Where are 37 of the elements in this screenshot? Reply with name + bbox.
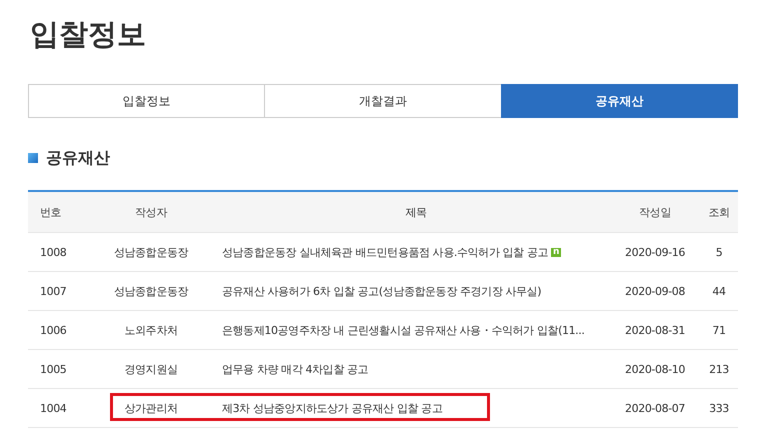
title-link[interactable]: 성남종합운동장 실내체육관 배드민턴용품점 사용.수익허가 입찰 공고: [222, 244, 548, 260]
tab[interactable]: 개찰결과: [264, 84, 502, 118]
writer-cell-text: 상가관리처: [123, 400, 178, 416]
views-cell-text: 213: [708, 362, 730, 376]
number-cell-text: 1008: [39, 246, 68, 258]
views-cell-text: 333: [708, 402, 730, 414]
number-cell-text: 1006: [39, 324, 68, 336]
writer-cell-text: 성남종합운동장: [112, 244, 190, 260]
writer-cell-text: 성남종합운동장: [112, 284, 190, 298]
number-cell-text: 1007: [39, 284, 68, 298]
title-link[interactable]: 업무용 차량 매각 4차입찰 공고: [222, 362, 368, 376]
views-cell-text: 71: [711, 324, 727, 336]
page-title: 입찰정보: [29, 16, 147, 53]
column-header: 조회: [707, 204, 731, 220]
column-header: 작성자: [134, 204, 168, 220]
date-cell-text: 2020-09-08: [624, 284, 686, 298]
tab[interactable]: 공유재산: [500, 84, 738, 118]
date-cell-text: 2020-08-07: [624, 402, 686, 414]
writer-cell-text: 경영지원실: [123, 362, 178, 376]
views-cell-text: 5: [714, 246, 724, 258]
title-link[interactable]: 은행동제10공영주차장 내 근린생활시설 공유재산 사용・수익허가 입찰(11...: [222, 322, 584, 338]
square-icon: [28, 153, 38, 163]
title-link[interactable]: 공유재산 사용허가 6차 입찰 공고(성남종합운동장 주경기장 사무실): [222, 284, 542, 298]
tab[interactable]: 입찰정보: [28, 84, 266, 118]
column-header: 작성일: [638, 204, 672, 220]
number-cell-text: 1005: [39, 362, 68, 376]
title-link[interactable]: 제3차 성남중앙지하도상가 공유재산 입찰 공고: [222, 400, 442, 416]
column-header: 제목: [404, 204, 428, 220]
writer-cell-text: 노외주차처: [123, 322, 178, 338]
new-badge: n: [550, 248, 561, 256]
column-header: 번호: [39, 204, 62, 220]
date-cell-text: 2020-09-16: [624, 246, 686, 258]
number-cell-text: 1004: [39, 402, 68, 414]
date-cell-text: 2020-08-31: [624, 324, 686, 336]
date-cell-text: 2020-08-10: [624, 362, 686, 376]
section-title: 공유재산: [46, 148, 110, 168]
views-cell-text: 44: [711, 284, 727, 298]
